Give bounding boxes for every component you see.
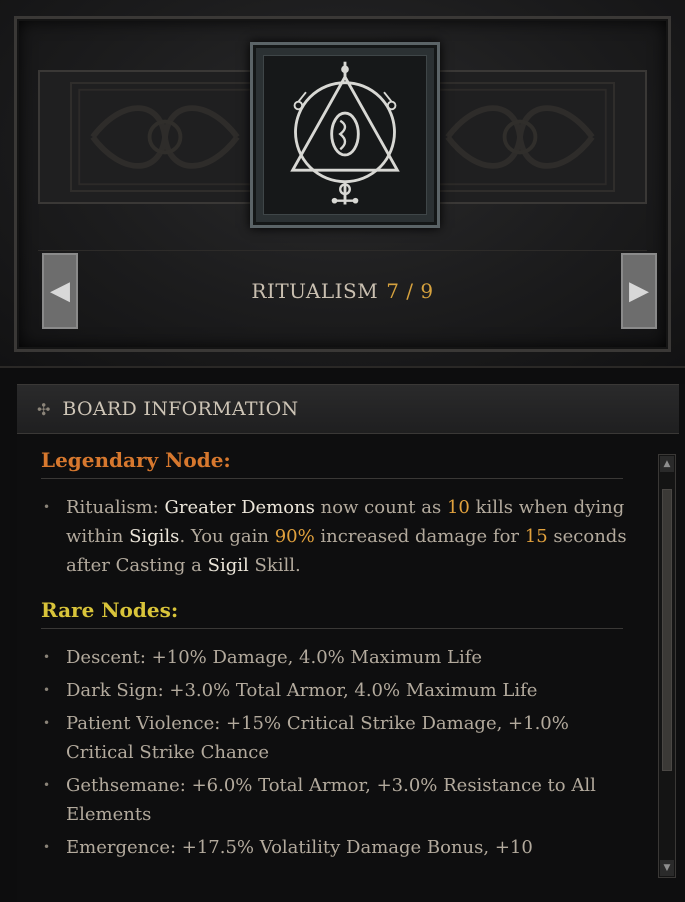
scroll-down-button[interactable]: ▼ [660,860,674,876]
ornament-right-icon [425,82,615,192]
scroll-thumb[interactable] [662,489,672,771]
board-name: RITUALISM [251,279,379,303]
board-information-label: BOARD INFORMATION [62,398,299,420]
board-information-content: Legendary Node: • Ritualism: Greater Dem… [41,448,641,866]
bullet-icon: • [43,840,51,854]
arrow-right-icon: ▶ [629,276,649,306]
board-header: ◀ RITUALISM 7 / 9 ▶ [0,0,685,368]
divider [41,628,623,629]
legendary-node-description: • Ritualism: Greater Demons now count as… [41,493,641,580]
scroll-up-button[interactable]: ▲ [660,456,674,472]
bullet-icon: • [43,716,51,730]
bullet-icon: • [43,650,51,664]
rare-node-item: • Descent: +10% Damage, 4.0% Maximum Lif… [41,643,641,672]
board-information-header[interactable]: ✣ BOARD INFORMATION [17,384,679,434]
rare-nodes-title: Rare Nodes: [41,598,179,622]
divider [41,478,623,479]
legendary-node-title: Legendary Node: [41,448,231,472]
bullet-icon: • [43,500,51,514]
board-information-panel: ✣ BOARD INFORMATION Legendary Node: • Ri… [17,384,685,902]
scrollbar[interactable]: ▲ ▼ [658,454,676,878]
rare-node-item: • Gethsemane: +6.0% Total Armor, +3.0% R… [41,771,641,829]
rare-node-item: • Dark Sign: +3.0% Total Armor, 4.0% Max… [41,676,641,705]
board-count: 7 / 9 [386,279,434,303]
bullet-icon: • [43,683,51,697]
board-glyph-socket[interactable] [250,42,440,228]
bullet-icon: • [43,778,51,792]
sigil-glyph-icon [263,55,427,215]
next-board-button[interactable]: ▶ [621,253,657,329]
rare-node-item: • Emergence: +17.5% Volatility Damage Bo… [41,833,641,862]
board-title: RITUALISM 7 / 9 [38,279,647,303]
rare-node-item: • Patient Violence: +15% Critical Strike… [41,709,641,767]
diamond-cross-icon: ✣ [37,399,51,419]
board-navigation: ◀ RITUALISM 7 / 9 ▶ [38,250,657,333]
ornament-left-icon [70,82,260,192]
